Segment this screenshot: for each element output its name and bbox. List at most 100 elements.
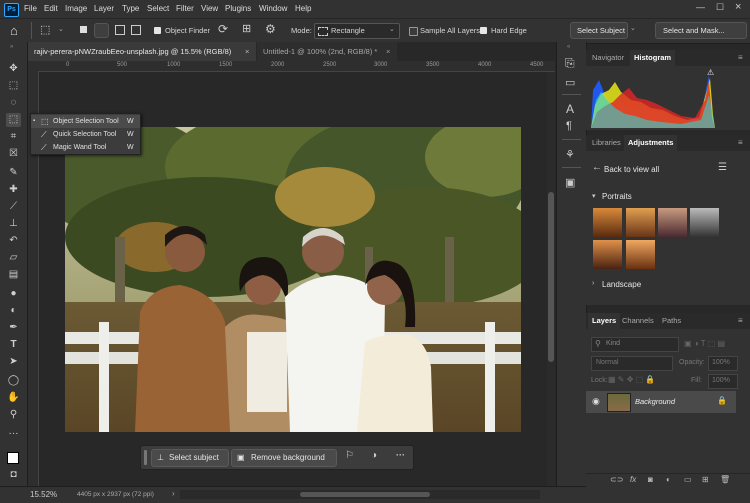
more-tools-icon[interactable]: ··· xyxy=(6,427,21,441)
brushes-icon[interactable]: ⚘ xyxy=(565,148,575,161)
flyout-magic-wand[interactable]: ⟋ Magic Wand Tool W xyxy=(31,141,140,154)
tab-histogram[interactable]: Histogram xyxy=(630,50,676,66)
tab-untitled-document[interactable]: Untitled-1 @ 100% (2nd, RGB/8) * × xyxy=(257,42,397,61)
fx-icon[interactable]: fx xyxy=(630,475,636,484)
section-portraits[interactable]: Portraits xyxy=(602,192,632,201)
hand-tool-icon[interactable]: ✋ xyxy=(6,391,21,405)
hard-edge-checkbox[interactable] xyxy=(480,27,487,34)
crop-tool-icon[interactable]: ⌗ xyxy=(6,130,21,144)
half-circle-icon[interactable]: ◑ xyxy=(371,450,377,461)
ellipse-tool-icon[interactable]: ◯ xyxy=(6,374,21,388)
tab-close-icon[interactable]: × xyxy=(245,42,249,61)
menu-image[interactable]: Image xyxy=(65,4,87,13)
pen-tool-icon[interactable]: ✒ xyxy=(6,321,21,335)
menu-file[interactable]: File xyxy=(24,4,37,13)
type-tool-icon[interactable]: T xyxy=(6,338,21,352)
layer-row-background[interactable]: ◉ Background 🔒 xyxy=(586,391,736,413)
scroll-thumb[interactable] xyxy=(548,192,554,362)
chevron-down-icon[interactable]: ▾ xyxy=(592,192,596,200)
trash-icon[interactable]: 🗑 xyxy=(720,475,730,484)
add-to-selection-icon[interactable] xyxy=(94,23,109,38)
collapse-icon[interactable]: » xyxy=(10,44,13,50)
tab-layers[interactable]: Layers xyxy=(588,313,621,329)
back-to-view-all[interactable]: Back to view all xyxy=(604,165,659,174)
flyout-quick-selection[interactable]: ⟋ Quick Selection Tool W xyxy=(31,128,140,141)
menu-window[interactable]: Window xyxy=(259,4,287,13)
foreground-color-swatch[interactable] xyxy=(7,452,19,464)
vertical-scrollbar[interactable] xyxy=(547,72,555,486)
list-view-icon[interactable]: ☰ xyxy=(718,162,727,173)
zoom-tool-icon[interactable]: ⚲ xyxy=(6,408,21,422)
select-subject-task-button[interactable]: ⊥ Select subject xyxy=(151,449,229,467)
document-info[interactable]: 4405 px x 2937 px (72 ppi) xyxy=(77,491,154,498)
intersect-selection-icon[interactable] xyxy=(131,25,141,35)
gradient-tool-icon[interactable]: ▤ xyxy=(6,268,21,282)
frame-tool-icon[interactable]: ☒ xyxy=(6,147,21,161)
arrow-left-icon[interactable]: ← xyxy=(592,162,602,173)
comments-icon[interactable]: ▭ xyxy=(565,76,575,89)
eraser-tool-icon[interactable]: ▱ xyxy=(6,251,21,265)
collapse-icon[interactable]: « xyxy=(567,44,570,50)
close-icon[interactable]: × xyxy=(735,1,741,13)
object-selection-preset-icon[interactable]: ⬚ xyxy=(40,23,50,36)
menu-plugins[interactable]: Plugins xyxy=(225,4,251,13)
menu-edit[interactable]: Edit xyxy=(44,4,58,13)
healing-brush-icon[interactable]: ✚ xyxy=(6,183,21,197)
home-icon[interactable]: ⌂ xyxy=(10,23,18,38)
adjustment-layer-icon[interactable]: ◐ xyxy=(666,475,671,484)
paragraph-icon[interactable]: ¶ xyxy=(566,120,572,132)
warning-icon[interactable]: ⚠ xyxy=(707,68,714,77)
new-group-icon[interactable]: ▭ xyxy=(684,475,692,484)
tab-paths[interactable]: Paths xyxy=(658,313,685,329)
eye-icon[interactable]: ◉ xyxy=(592,396,600,407)
select-and-mask-button[interactable]: Select and Mask... xyxy=(655,22,747,39)
move-tool-icon[interactable]: ✥ xyxy=(6,62,21,76)
more-options-icon[interactable]: ··· xyxy=(396,450,405,460)
mode-select[interactable]: Rectangle ⌄ xyxy=(314,23,400,39)
link-layers-icon[interactable]: ⊂⊃ xyxy=(610,475,623,484)
menu-view[interactable]: View xyxy=(201,4,218,13)
panel-menu-icon[interactable]: ≡ xyxy=(738,53,743,62)
lock-icons[interactable]: ▦ ✎ ✥ ⬚ 🔒 xyxy=(608,375,655,384)
chevron-right-icon[interactable]: › xyxy=(172,489,175,498)
tab-channels[interactable]: Channels xyxy=(618,313,658,329)
preset-thumbnail[interactable] xyxy=(690,208,719,237)
eyedropper-tool-icon[interactable]: ✎ xyxy=(6,166,21,180)
opacity-field[interactable]: 100% xyxy=(708,356,738,371)
preset-thumbnail[interactable] xyxy=(593,240,622,269)
zoom-level[interactable]: 15.52% xyxy=(30,490,57,499)
remove-background-button[interactable]: ▣ Remove background xyxy=(231,449,337,467)
subtract-selection-icon[interactable] xyxy=(115,25,125,35)
refresh-icon[interactable]: ⟳ xyxy=(218,22,228,36)
preset-thumbnail[interactable] xyxy=(593,208,622,237)
document-image[interactable] xyxy=(65,127,521,432)
preset-thumbnail[interactable] xyxy=(658,208,687,237)
menu-type[interactable]: Type xyxy=(122,4,139,13)
scroll-thumb[interactable] xyxy=(300,492,430,497)
object-finder-checkbox[interactable] xyxy=(154,27,161,34)
section-landscape[interactable]: Landscape xyxy=(602,280,641,289)
clone-stamp-icon[interactable]: ⊥ xyxy=(6,217,21,231)
tab-active-document[interactable]: rajiv-perera-pNWZraubEeo-unsplash.jpg @ … xyxy=(28,42,256,61)
blur-tool-icon[interactable]: ● xyxy=(6,287,21,301)
show-objects-icon[interactable]: ⊞ xyxy=(242,22,251,35)
new-selection-icon[interactable] xyxy=(80,26,87,33)
object-selection-tool-icon[interactable]: ⬚ xyxy=(6,113,21,127)
tab-close-icon[interactable]: × xyxy=(386,42,390,61)
menu-filter[interactable]: Filter xyxy=(176,4,194,13)
flyout-object-selection[interactable]: ▪ ⬚ Object Selection Tool W xyxy=(31,115,140,128)
chevron-right-icon[interactable]: › xyxy=(592,280,594,287)
menu-select[interactable]: Select xyxy=(147,4,169,13)
character-icon[interactable]: A xyxy=(566,102,574,116)
gear-icon[interactable]: ⚙ xyxy=(265,22,276,36)
menu-layer[interactable]: Layer xyxy=(94,4,114,13)
select-subject-button[interactable]: Select Subject xyxy=(570,22,628,39)
sample-all-layers-checkbox[interactable] xyxy=(409,27,418,36)
preset-thumbnail[interactable] xyxy=(626,240,655,269)
dodge-tool-icon[interactable]: ◐ xyxy=(6,304,21,318)
history-icon[interactable]: ⎘ xyxy=(565,56,575,71)
quick-mask-icon[interactable]: ◘ xyxy=(6,468,21,482)
new-layer-icon[interactable]: ⊞ xyxy=(702,475,709,484)
panel-menu-icon[interactable]: ≡ xyxy=(738,138,743,147)
brush-tool-icon[interactable]: ⟋ xyxy=(6,200,21,214)
